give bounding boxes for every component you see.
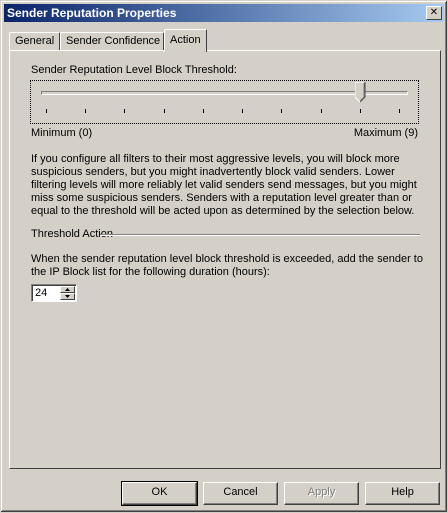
filter-description: If you configure all filters to their mo… xyxy=(31,153,417,217)
help-button[interactable]: Help xyxy=(365,482,440,505)
properties-dialog: Sender Reputation Properties ✕ General S… xyxy=(0,0,448,513)
tab-general-label: General xyxy=(15,35,55,47)
slider-tick xyxy=(399,109,400,113)
tab-action[interactable]: Action xyxy=(164,29,207,52)
slider-tick xyxy=(202,109,204,113)
title-bar: Sender Reputation Properties ✕ xyxy=(4,4,444,22)
tab-sender-confidence-label: Sender Confidence xyxy=(66,35,161,47)
threshold-action-text: When the sender reputation level block t… xyxy=(31,253,423,278)
slider-tick xyxy=(281,109,283,113)
close-icon: ✕ xyxy=(429,7,439,18)
slider-min-label: Minimum (0) xyxy=(31,127,93,139)
slider-tick xyxy=(124,109,126,113)
cancel-button[interactable]: Cancel xyxy=(203,482,278,505)
apply-button[interactable]: Apply xyxy=(284,482,359,505)
arrow-up-icon xyxy=(65,288,70,291)
window-title: Sender Reputation Properties xyxy=(7,6,177,20)
ok-button[interactable]: OK xyxy=(121,481,198,506)
tab-sender-confidence[interactable]: Sender Confidence xyxy=(60,32,164,51)
spin-down-button[interactable] xyxy=(60,293,75,300)
close-button[interactable]: ✕ xyxy=(426,6,442,20)
slider-tick xyxy=(46,109,47,113)
duration-spinner[interactable]: 24 xyxy=(31,284,77,302)
slider-tick xyxy=(320,109,322,113)
slider-max-label: Maximum (9) xyxy=(353,127,418,139)
threshold-slider[interactable] xyxy=(30,80,419,124)
tab-general[interactable]: General xyxy=(9,32,60,51)
spin-up-button[interactable] xyxy=(60,286,75,293)
group-divider xyxy=(100,234,420,236)
slider-tick xyxy=(242,109,244,113)
slider-tick xyxy=(359,109,361,113)
slider-tick xyxy=(85,109,87,113)
slider-track xyxy=(41,91,408,95)
slider-thumb[interactable] xyxy=(354,81,366,103)
slider-tick xyxy=(163,109,165,113)
threshold-slider-label: Sender Reputation Level Block Threshold: xyxy=(31,64,237,76)
tab-action-label: Action xyxy=(170,34,201,46)
action-tab-panel: Sender Reputation Level Block Threshold:… xyxy=(9,50,441,469)
arrow-down-icon xyxy=(65,295,70,298)
